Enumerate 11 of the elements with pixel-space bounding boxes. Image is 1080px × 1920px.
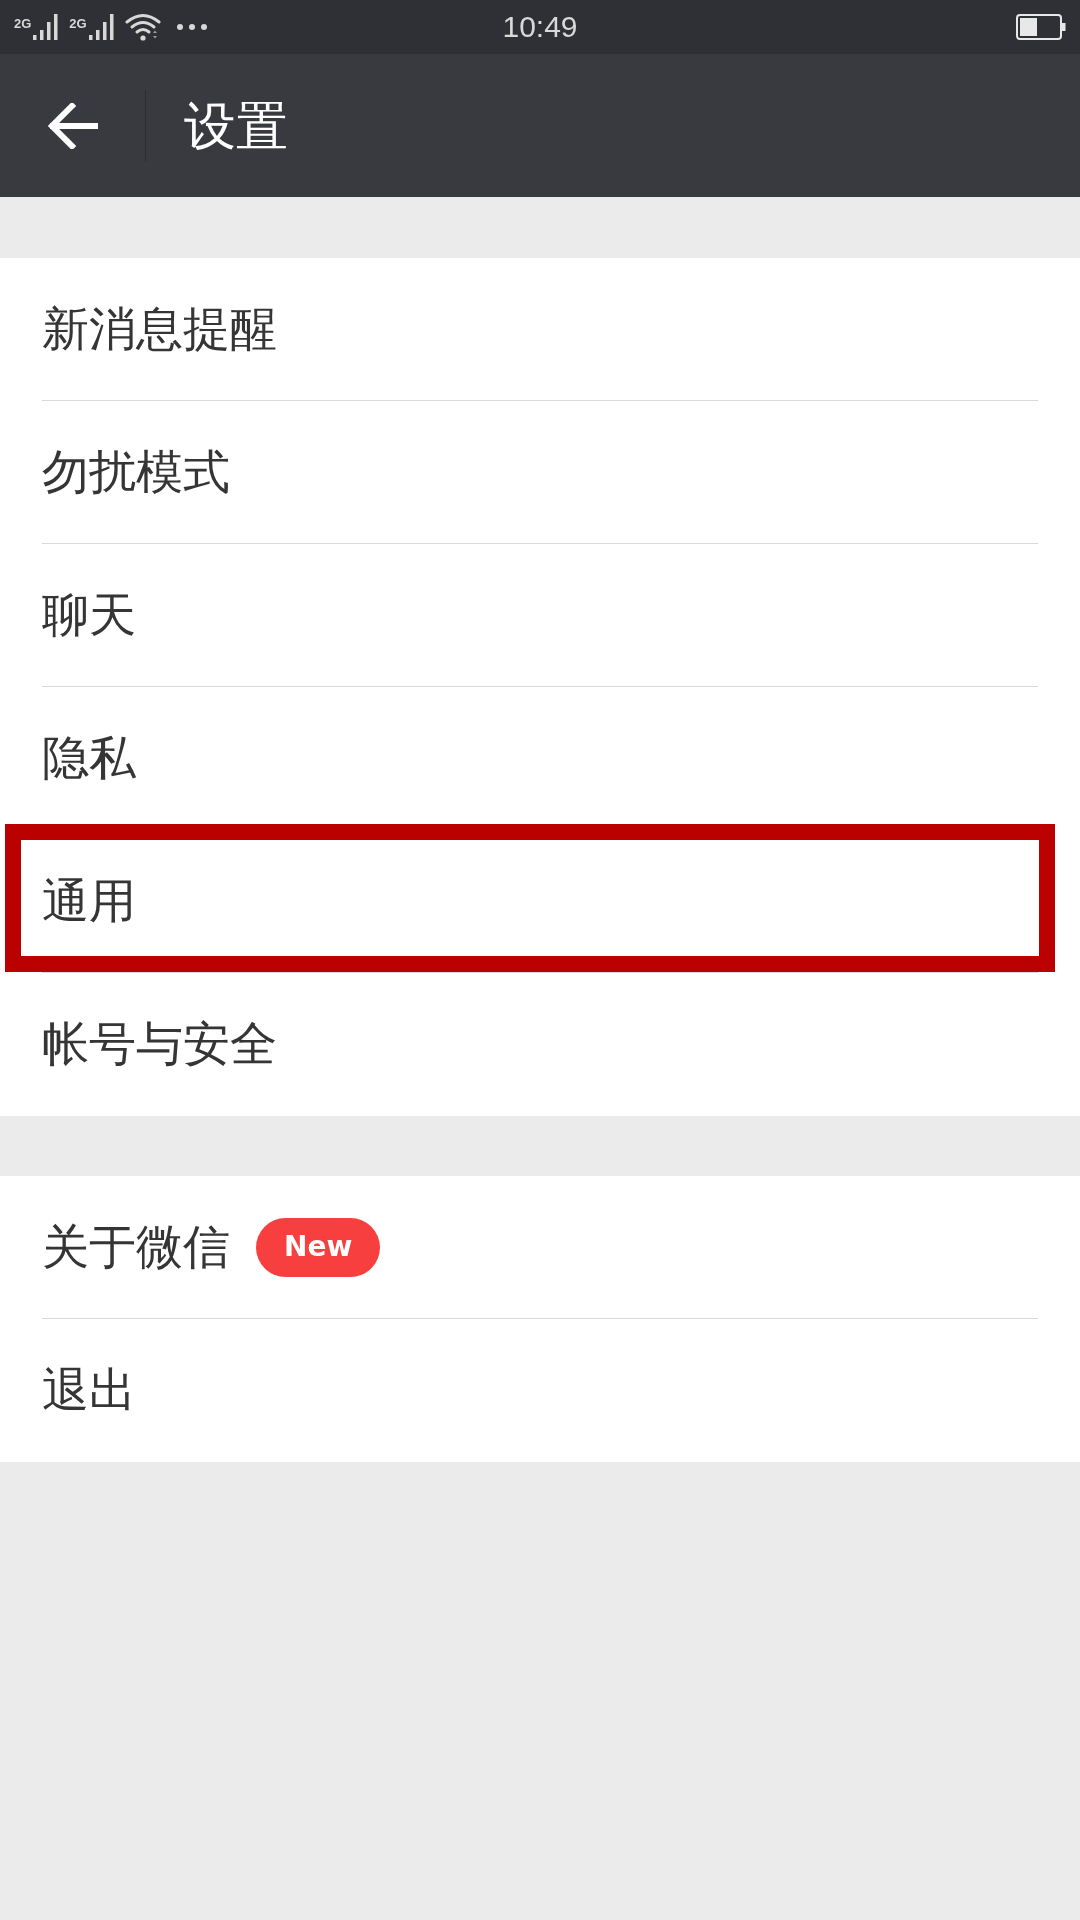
new-badge: New (256, 1217, 381, 1277)
network-type-label: 2G (69, 17, 87, 30)
page-title: 设置 (184, 94, 288, 157)
battery-icon (1016, 14, 1066, 40)
status-time: 10:49 (502, 10, 578, 44)
signal-icon (33, 14, 60, 40)
network-type-label: 2G (14, 17, 32, 30)
back-arrow-icon (48, 102, 98, 149)
wifi-icon (124, 13, 161, 41)
signal-icon (88, 14, 115, 40)
more-dots-icon (176, 24, 207, 30)
